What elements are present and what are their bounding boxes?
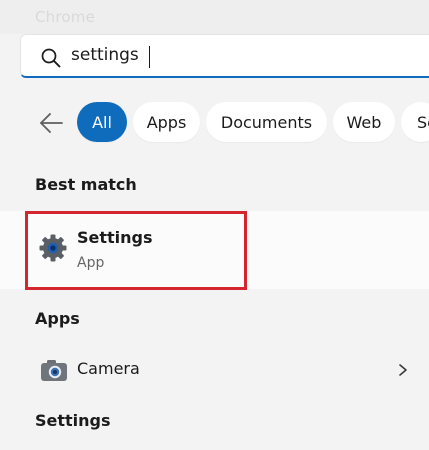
chevron-right-icon[interactable] (397, 363, 409, 377)
filter-chip-all[interactable]: All (77, 102, 127, 142)
best-match-subtitle: App (77, 255, 105, 271)
filter-chip-label: Se (417, 112, 429, 132)
text-caret (149, 46, 150, 68)
filter-chip-web[interactable]: Web (333, 102, 395, 142)
filter-chip-settings[interactable]: Se (401, 102, 429, 142)
search-icon (41, 48, 61, 68)
settings-gear-icon (39, 234, 67, 262)
filter-chip-label: Apps (146, 112, 187, 132)
apps-heading: Apps (35, 309, 80, 328)
filter-chip-label: Web (346, 112, 382, 132)
back-arrow-icon[interactable] (38, 111, 64, 135)
search-box[interactable]: settings (20, 34, 429, 78)
filter-chip-documents[interactable]: Documents (206, 102, 327, 142)
filter-chip-label: Documents (220, 112, 313, 132)
camera-label: Camera (77, 359, 140, 378)
settings-heading: Settings (35, 411, 111, 430)
faded-window-title: Chrome (35, 8, 96, 26)
best-match-title: Settings (77, 228, 153, 247)
search-input[interactable]: settings (71, 45, 139, 65)
best-match-heading: Best match (35, 175, 137, 194)
filter-chip-apps[interactable]: Apps (133, 102, 200, 142)
camera-icon (41, 360, 67, 381)
filter-chip-label: All (92, 112, 112, 132)
